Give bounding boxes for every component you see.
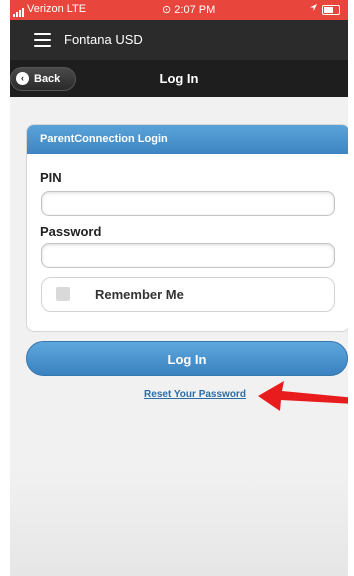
remember-me-toggle[interactable]: Remember Me — [41, 277, 335, 312]
remember-me-checkbox[interactable] — [56, 287, 70, 301]
app-title: Fontana USD — [64, 32, 143, 47]
red-arrow-annotation-icon — [258, 381, 348, 411]
login-card: ParentConnection Login PIN Password Reme… — [26, 124, 348, 332]
login-card-header: ParentConnection Login — [27, 125, 348, 154]
chevron-left-icon: ‹ — [16, 72, 29, 85]
empty-content-area — [10, 470, 348, 576]
password-input[interactable] — [41, 243, 335, 268]
battery-icon — [322, 5, 340, 15]
password-label: Password — [40, 224, 102, 239]
remember-me-label: Remember Me — [95, 287, 184, 302]
app-header: Fontana USD — [10, 20, 348, 60]
nav-bar: Log In ‹ Back — [10, 60, 348, 97]
pin-input[interactable] — [41, 191, 335, 216]
right-margin — [348, 0, 354, 576]
back-button[interactable]: ‹ Back — [10, 67, 76, 91]
carrier-label: Verizon LTE — [27, 3, 87, 15]
left-margin — [0, 0, 10, 576]
back-button-label: Back — [34, 73, 61, 85]
pin-label: PIN — [40, 170, 62, 185]
hamburger-menu-icon[interactable] — [34, 33, 51, 47]
clock-label: ⊙ 2:07 PM — [162, 4, 216, 16]
login-button[interactable]: Log In — [26, 341, 348, 376]
location-icon — [309, 3, 318, 15]
phone-screen: Verizon LTE ⊙ 2:07 PM Fontana USD Log In… — [10, 0, 348, 576]
signal-icon — [13, 5, 25, 17]
status-bar: Verizon LTE ⊙ 2:07 PM — [10, 0, 348, 20]
